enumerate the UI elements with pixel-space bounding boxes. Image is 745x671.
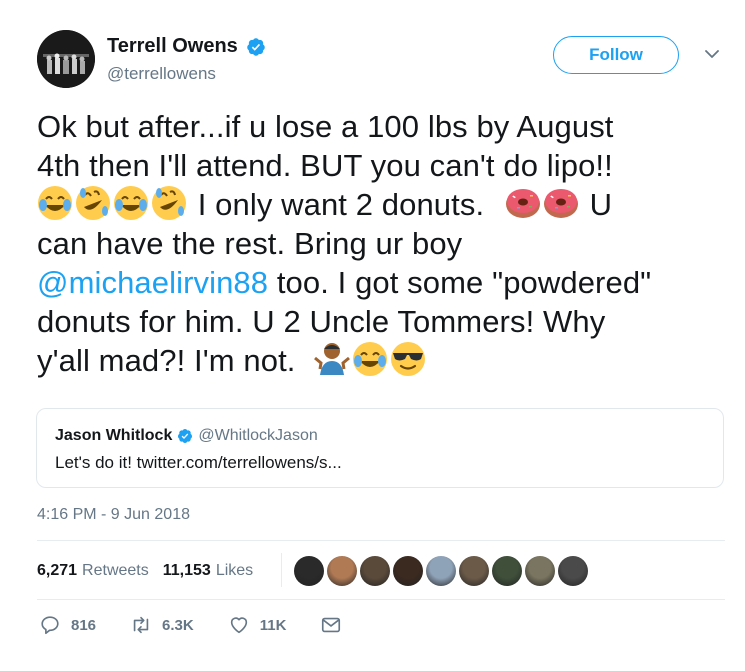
quoted-author-row: Jason Whitlock @WhitlockJason <box>55 427 318 445</box>
rofl-emoji-icon <box>152 186 186 220</box>
liker-avatar[interactable] <box>492 556 522 586</box>
author-handle[interactable]: @terrellowens <box>107 64 216 84</box>
mention-link[interactable]: @michaelirvin88 <box>37 265 268 300</box>
like-count: 11K <box>259 616 287 634</box>
chevron-down-icon[interactable] <box>705 49 719 59</box>
tweet-actions: 816 6.3K 11K <box>39 614 376 636</box>
tweet-text-segment: I only want 2 donuts. <box>197 187 485 222</box>
retweet-icon <box>133 616 149 634</box>
tweet-stats: 6,271 Retweets 11,153 Likes <box>37 555 267 587</box>
tweet-line: Ok but after...if u lose a 100 lbs by Au… <box>37 109 614 144</box>
joy-emoji-icon <box>38 186 72 220</box>
tweet-text-segment: too. I got some "powdered" <box>276 265 652 300</box>
like-action[interactable]: 11K <box>228 614 287 636</box>
tweet-text: Ok but after...if u lose a 100 lbs by Au… <box>37 107 727 380</box>
follow-button[interactable]: Follow <box>553 36 679 74</box>
retweet-action[interactable]: 6.3K <box>130 614 194 636</box>
liker-avatars <box>294 556 588 586</box>
reply-count: 816 <box>71 616 97 634</box>
tweet-line: y'all mad?! I'm not. <box>37 341 727 380</box>
stats-separator <box>281 553 282 587</box>
tweet-line: 4th then I'll attend. BUT you can't do l… <box>37 148 613 183</box>
doughnut-emoji-icon <box>543 189 578 218</box>
tweet-text-segment: U <box>589 187 613 222</box>
tweet-line: can have the rest. Bring ur boy <box>37 226 463 261</box>
likes-count[interactable]: 11,153 <box>163 562 211 580</box>
liker-avatar[interactable] <box>558 556 588 586</box>
avatar-image <box>37 30 95 88</box>
liker-avatar[interactable] <box>459 556 489 586</box>
divider <box>37 599 725 600</box>
tweet-timestamp[interactable]: 4:16 PM - 9 Jun 2018 <box>37 506 190 524</box>
retweet-count: 6.3K <box>162 616 194 634</box>
verified-badge-icon <box>247 37 265 56</box>
doughnut-emoji-icon <box>505 189 540 218</box>
author-name[interactable]: Terrell Owens <box>107 35 238 58</box>
tweet-line: donuts for him. U 2 Uncle Tommers! Why <box>37 304 606 339</box>
liker-avatar[interactable] <box>294 556 324 586</box>
quoted-tweet[interactable]: Jason Whitlock @WhitlockJason Let's do i… <box>36 408 724 488</box>
envelope-icon <box>322 617 341 633</box>
quoted-author-name: Jason Whitlock <box>55 427 173 444</box>
reply-action[interactable]: 816 <box>39 614 96 636</box>
joy-emoji-icon <box>353 342 388 376</box>
joy-emoji-icon <box>114 186 148 220</box>
liker-avatar[interactable] <box>426 556 456 586</box>
author-avatar[interactable] <box>37 30 95 88</box>
retweets-count[interactable]: 6,271 <box>37 562 77 580</box>
tweet-line: I only want 2 donuts. U <box>37 185 727 224</box>
liker-avatar[interactable] <box>393 556 423 586</box>
tweet-text-segment: y'all mad?! I'm not. <box>37 343 296 378</box>
retweets-label[interactable]: Retweets <box>82 562 149 580</box>
sunglasses-emoji-icon <box>391 342 426 376</box>
shrug-emoji-icon <box>314 343 351 375</box>
liker-avatar[interactable] <box>327 556 357 586</box>
author-name-row[interactable]: Terrell Owens <box>107 35 266 58</box>
rofl-emoji-icon <box>76 186 110 220</box>
reply-icon <box>41 616 59 635</box>
likes-label[interactable]: Likes <box>216 562 253 580</box>
tweet-line: @michaelirvin88 too. I got some "powdere… <box>37 263 727 302</box>
quoted-tweet-text: Let's do it! twitter.com/terrellowens/s.… <box>55 453 342 472</box>
liker-avatar[interactable] <box>360 556 390 586</box>
tweet-header: Terrell Owens @terrellowens Follow <box>37 30 727 90</box>
quoted-author-handle: @WhitlockJason <box>198 427 318 444</box>
divider <box>37 540 725 541</box>
heart-icon <box>230 617 247 634</box>
liker-avatar[interactable] <box>525 556 555 586</box>
direct-message-action[interactable] <box>320 614 342 636</box>
verified-badge-icon <box>178 429 193 443</box>
